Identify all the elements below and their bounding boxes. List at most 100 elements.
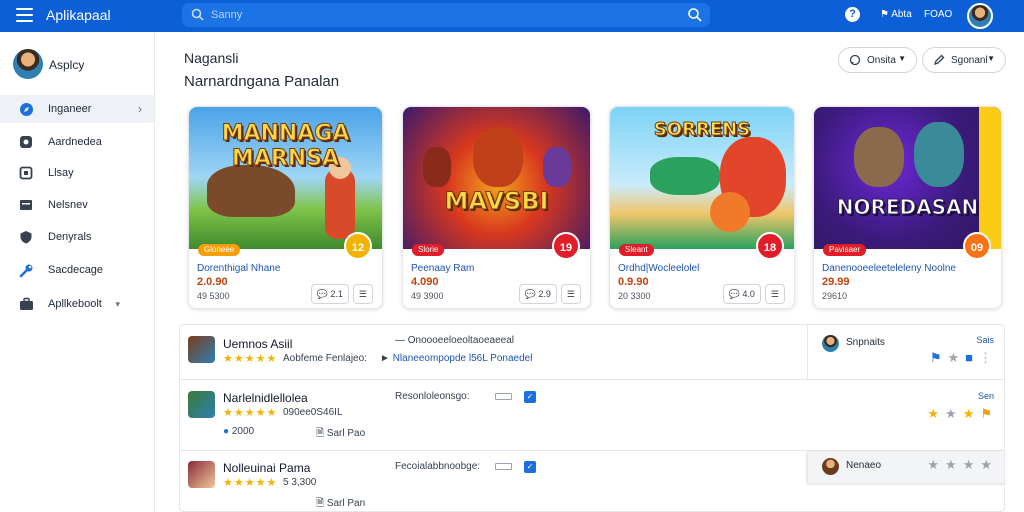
avatar[interactable] <box>967 3 993 29</box>
wrench-icon <box>19 264 33 277</box>
list-item-meta[interactable]: 🗎 Sarl Pan <box>316 496 365 511</box>
sidebar-item-sacdecage[interactable]: Sacdecage <box>0 256 154 284</box>
card-title[interactable]: Dorenthigal Nhane <box>197 263 280 274</box>
card-actions: 💬 2.1 ☰ <box>310 284 373 304</box>
list-item-description: Resonloleonsgo: <box>395 391 470 402</box>
thumbs-up-icon[interactable]: ⚑ <box>980 406 992 422</box>
star-icon[interactable]: ★ <box>945 457 957 473</box>
more-button[interactable]: ☰ <box>560 284 581 304</box>
game-thumbnail <box>188 391 215 418</box>
sidebar-item-denyrals[interactable]: Denyrals <box>0 223 154 251</box>
list-item-meta[interactable]: 🗎 Sarl Pao <box>316 426 365 443</box>
grid-icon[interactable]: ⋮ <box>979 350 992 366</box>
star-icon[interactable]: ★ <box>963 457 975 473</box>
more-button[interactable]: ☰ <box>764 284 785 304</box>
chevron-down-icon: ▼ <box>987 54 995 63</box>
rating-badge: 12 <box>344 232 372 260</box>
game-thumbnail <box>188 461 215 488</box>
comment-button[interactable]: 💬 4.0 <box>722 284 761 304</box>
sidebar-item-llsay[interactable]: Llsay <box>0 159 154 187</box>
game-card[interactable]: SORRENS Sleant 18 Ordhd|Wocleelolel 0.9.… <box>609 106 795 309</box>
account-label[interactable]: ⚑ Abta <box>880 9 912 20</box>
sidebar-item-inganeer[interactable]: Inganeer › <box>0 95 154 123</box>
star-rating: ★★★★★ <box>223 407 278 419</box>
app-title: Aplikapaal <box>46 7 111 23</box>
sidebar: Asplcy Inganeer › Aardnedea Llsay Nelsne… <box>0 32 155 512</box>
star-rating: ★★★★★ <box>223 477 278 489</box>
game-artwork: MAVSBI <box>403 107 590 249</box>
chevron-down-icon: ▼ <box>898 54 906 63</box>
search-icon <box>191 8 204 21</box>
panel-link[interactable]: Sen <box>978 391 994 401</box>
card-title[interactable]: Danenooeeleeteleleny Noolne <box>822 263 956 274</box>
reviewer-name: Snpnaits <box>846 337 885 348</box>
star-icon[interactable]: ★ <box>963 406 975 422</box>
sidebar-item-aardnedea[interactable]: Aardnedea <box>0 128 154 156</box>
star-icon[interactable]: ★ <box>945 406 957 422</box>
card-price: 4.090 <box>411 276 439 288</box>
page-title: Nagansli <box>184 50 239 66</box>
list-item-description: — Onoooeeloeoltaoeaeeal <box>395 335 514 346</box>
chevron-right-icon: › <box>138 102 142 116</box>
card-actions: 💬 2.9 ☰ <box>518 284 581 304</box>
sidebar-item-apllkeboolt[interactable]: Apllkeboolt ▾ <box>0 290 154 318</box>
filter-dropdown-sgonanl[interactable]: Sgonanl ▼ <box>922 47 1006 73</box>
card-meta: 29610 <box>822 291 848 301</box>
verified-icon: ✓ <box>524 461 536 473</box>
thumbs-up-icon[interactable]: ■ <box>965 350 973 366</box>
comment-button[interactable]: 💬 2.9 <box>518 284 557 304</box>
sidebar-avatar[interactable] <box>13 49 43 79</box>
thumbs-up-icon[interactable]: ⚑ <box>930 350 942 366</box>
search-input[interactable]: Sanny <box>182 3 710 27</box>
reviewer-name: Nenaeo <box>846 460 882 471</box>
game-card[interactable]: NOREDASAN Pavisaer 09 Danenooeeleetelele… <box>813 106 1002 309</box>
card-title[interactable]: Peenaay Ram <box>411 263 474 274</box>
compass-icon <box>20 102 33 116</box>
list-item-description: Fecoialabbnoobge: <box>395 461 481 472</box>
card-title[interactable]: Ordhd|Wocleelolel <box>618 263 699 274</box>
game-artwork: NOREDASAN <box>814 107 1001 249</box>
star-icon[interactable]: ★ <box>927 406 939 422</box>
pen-icon <box>933 54 945 66</box>
briefcase-icon <box>20 297 33 310</box>
filter-dropdown-onsita[interactable]: Onsita ▼ <box>838 47 917 73</box>
list-item-title[interactable]: Narlelnidlellolea <box>223 391 308 405</box>
game-card[interactable]: MANNAGA MARNSA Gloneee 12 Dorenthigal Nh… <box>188 106 383 309</box>
star-icon[interactable]: ★ <box>927 457 939 473</box>
category-badge: Gloneee <box>198 244 241 256</box>
panel-actions: ⚑ ★ ■ ⋮ <box>930 350 992 366</box>
menu-icon[interactable] <box>16 8 33 22</box>
list-item-link[interactable]: ► Nlaneeompopde l56L Ponaedel <box>380 353 532 364</box>
game-artwork: SORRENS <box>610 107 794 249</box>
star-icon[interactable]: ★ <box>980 457 992 473</box>
game-card[interactable]: MAVSBI Slorie 19 Peenaay Ram 4.090 49 39… <box>402 106 591 309</box>
help-icon[interactable]: ? <box>845 7 860 22</box>
card-price: 0.9.90 <box>618 276 649 288</box>
list-item-count: ● 2000 <box>223 426 255 437</box>
card-meta: 49 5300 <box>197 291 230 301</box>
card-meta: 20 3300 <box>618 291 651 301</box>
locale-label[interactable]: FOAO <box>924 9 952 20</box>
search-submit-icon[interactable] <box>687 7 702 22</box>
card-price: 29.99 <box>822 276 850 288</box>
more-button[interactable]: ☰ <box>352 284 373 304</box>
list-item-title[interactable]: Uemnos Asiil <box>223 337 292 351</box>
category-badge: Sleant <box>619 244 654 256</box>
rating-badge: 09 <box>963 232 991 260</box>
panel-link[interactable]: Sais <box>976 335 994 345</box>
chat-icon <box>20 136 32 148</box>
tag-icon <box>495 393 512 400</box>
reviewer-avatar <box>822 458 839 475</box>
sidebar-user-name: Asplcy <box>49 58 85 72</box>
review-panel: Nenaeo ★ ★ ★ ★ <box>807 451 1004 483</box>
panel-actions: ★ ★ ★ ★ <box>927 457 992 473</box>
comment-button[interactable]: 💬 2.1 <box>310 284 349 304</box>
card-price: 2.0.90 <box>197 276 228 288</box>
card-actions: 💬 4.0 ☰ <box>722 284 785 304</box>
sidebar-item-nelsnev[interactable]: Nelsnev <box>0 191 154 219</box>
list-item-title[interactable]: Nolleuinai Pama <box>223 461 310 475</box>
list-item-subtitle: 5 3,300 <box>283 477 317 488</box>
star-icon[interactable]: ★ <box>947 350 959 366</box>
news-icon <box>20 200 32 210</box>
panel-actions: ★ ★ ★ ⚑ <box>927 406 992 422</box>
